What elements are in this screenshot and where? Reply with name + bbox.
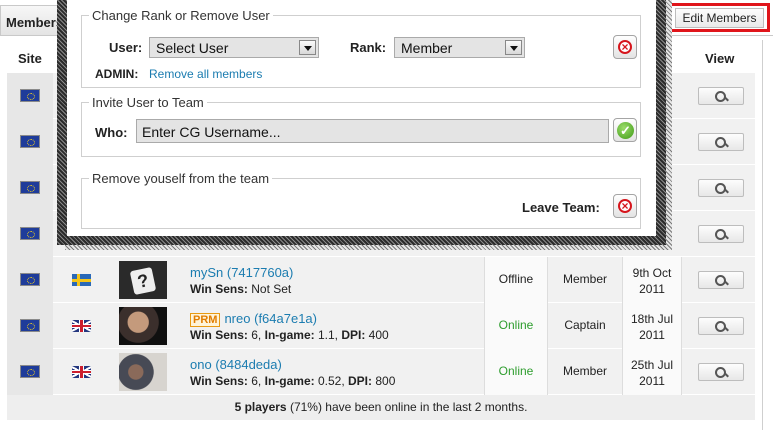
status-text: Offline bbox=[498, 272, 534, 286]
chevron-down-icon bbox=[505, 40, 522, 55]
sens-label: Win Sens: bbox=[190, 282, 248, 296]
player-name-line: mySn (7417760a) bbox=[190, 265, 293, 280]
avatar[interactable]: ? bbox=[119, 261, 167, 299]
player-name-line: PRM nreo (f64a7e1a) bbox=[190, 311, 317, 327]
online-summary: 5 players (71%) have been online in the … bbox=[7, 395, 755, 420]
join-date: 18th Jul 2011 bbox=[630, 312, 674, 342]
remove-user-button[interactable]: × bbox=[613, 35, 637, 59]
rank-text: Captain bbox=[564, 318, 606, 332]
player-id: (7417760a) bbox=[226, 265, 294, 280]
player-settings: Win Sens: 6, In-game: 0.52, DPI: 800 bbox=[190, 374, 396, 388]
eu-flag-icon bbox=[20, 365, 40, 378]
dialog-body: Change Rank or Remove User User: Select … bbox=[67, 0, 656, 236]
player-id: (f64a7e1a) bbox=[254, 311, 317, 326]
column-header-view: View bbox=[705, 51, 735, 66]
rank-text: Member bbox=[562, 272, 607, 286]
player-name-link[interactable]: nreo bbox=[224, 311, 250, 326]
view-profile-button[interactable] bbox=[698, 317, 744, 335]
uk-flag-icon bbox=[72, 366, 91, 378]
premium-badge: PRM bbox=[190, 313, 221, 327]
who-label: Who: bbox=[95, 125, 128, 140]
view-profile-button[interactable] bbox=[698, 87, 744, 105]
remove-all-members-link[interactable]: Remove all members bbox=[149, 67, 262, 81]
player-name-link[interactable]: mySn bbox=[190, 265, 223, 280]
invite-button[interactable]: ✓ bbox=[613, 118, 637, 142]
eu-flag-icon bbox=[20, 89, 40, 102]
leave-team-label: Leave Team: bbox=[522, 200, 600, 215]
close-icon: × bbox=[618, 40, 632, 54]
eu-flag-icon bbox=[20, 227, 40, 240]
checkmark-icon: ✓ bbox=[617, 122, 634, 139]
user-select[interactable]: Select User bbox=[149, 37, 319, 58]
view-profile-button[interactable] bbox=[698, 179, 744, 197]
player-settings: Win Sens: 6, In-game: 1.1, DPI: 400 bbox=[190, 328, 389, 342]
rank-select[interactable]: Member bbox=[394, 37, 525, 58]
leave-team-button[interactable]: × bbox=[613, 194, 637, 218]
admin-label: ADMIN: bbox=[95, 67, 139, 81]
section-title: Change Rank or Remove User bbox=[92, 8, 270, 23]
eu-flag-icon bbox=[20, 273, 40, 286]
rank-text: Member bbox=[562, 364, 607, 378]
table-row: ? mySn (7417760a) Win Sens: Not Set Offl… bbox=[7, 257, 755, 303]
section-title: Remove youself from the team bbox=[92, 171, 270, 186]
avatar[interactable] bbox=[119, 307, 167, 345]
eu-flag-icon bbox=[20, 135, 40, 148]
view-profile-button[interactable] bbox=[698, 225, 744, 243]
table-border bbox=[762, 40, 763, 430]
username-input[interactable]: Enter CG Username... bbox=[136, 119, 609, 143]
join-date: 25th Jul 2011 bbox=[630, 358, 674, 388]
status-text: Online bbox=[498, 318, 534, 332]
close-icon: × bbox=[618, 199, 632, 213]
view-profile-button[interactable] bbox=[698, 363, 744, 381]
player-name-link[interactable]: ono bbox=[190, 357, 212, 372]
column-header-site: Site bbox=[18, 51, 42, 66]
user-label: User: bbox=[109, 40, 143, 55]
rank-label: Rank: bbox=[350, 40, 387, 55]
uk-flag-icon bbox=[72, 320, 91, 332]
join-date: 9th Oct 2011 bbox=[632, 266, 672, 296]
player-settings: Win Sens: Not Set bbox=[190, 282, 291, 296]
player-name-line: ono (8484deda) bbox=[190, 357, 282, 372]
table-row: PRM nreo (f64a7e1a) Win Sens: 6, In-game:… bbox=[7, 303, 755, 349]
player-id: (8484deda) bbox=[215, 357, 282, 372]
sweden-flag-icon bbox=[72, 274, 91, 286]
sens-value: Not Set bbox=[251, 282, 292, 296]
eu-flag-icon bbox=[20, 319, 40, 332]
view-profile-button[interactable] bbox=[698, 271, 744, 289]
edit-members-button[interactable]: Edit Members bbox=[675, 8, 764, 28]
edit-members-highlight: Edit Members bbox=[669, 3, 770, 32]
avatar[interactable] bbox=[119, 353, 167, 391]
view-profile-button[interactable] bbox=[698, 133, 744, 151]
table-row: ono (8484deda) Win Sens: 6, In-game: 0.5… bbox=[7, 349, 755, 395]
section-title: Invite User to Team bbox=[92, 95, 204, 110]
status-text: Online bbox=[498, 364, 534, 378]
chevron-down-icon bbox=[299, 40, 316, 55]
eu-flag-icon bbox=[20, 181, 40, 194]
